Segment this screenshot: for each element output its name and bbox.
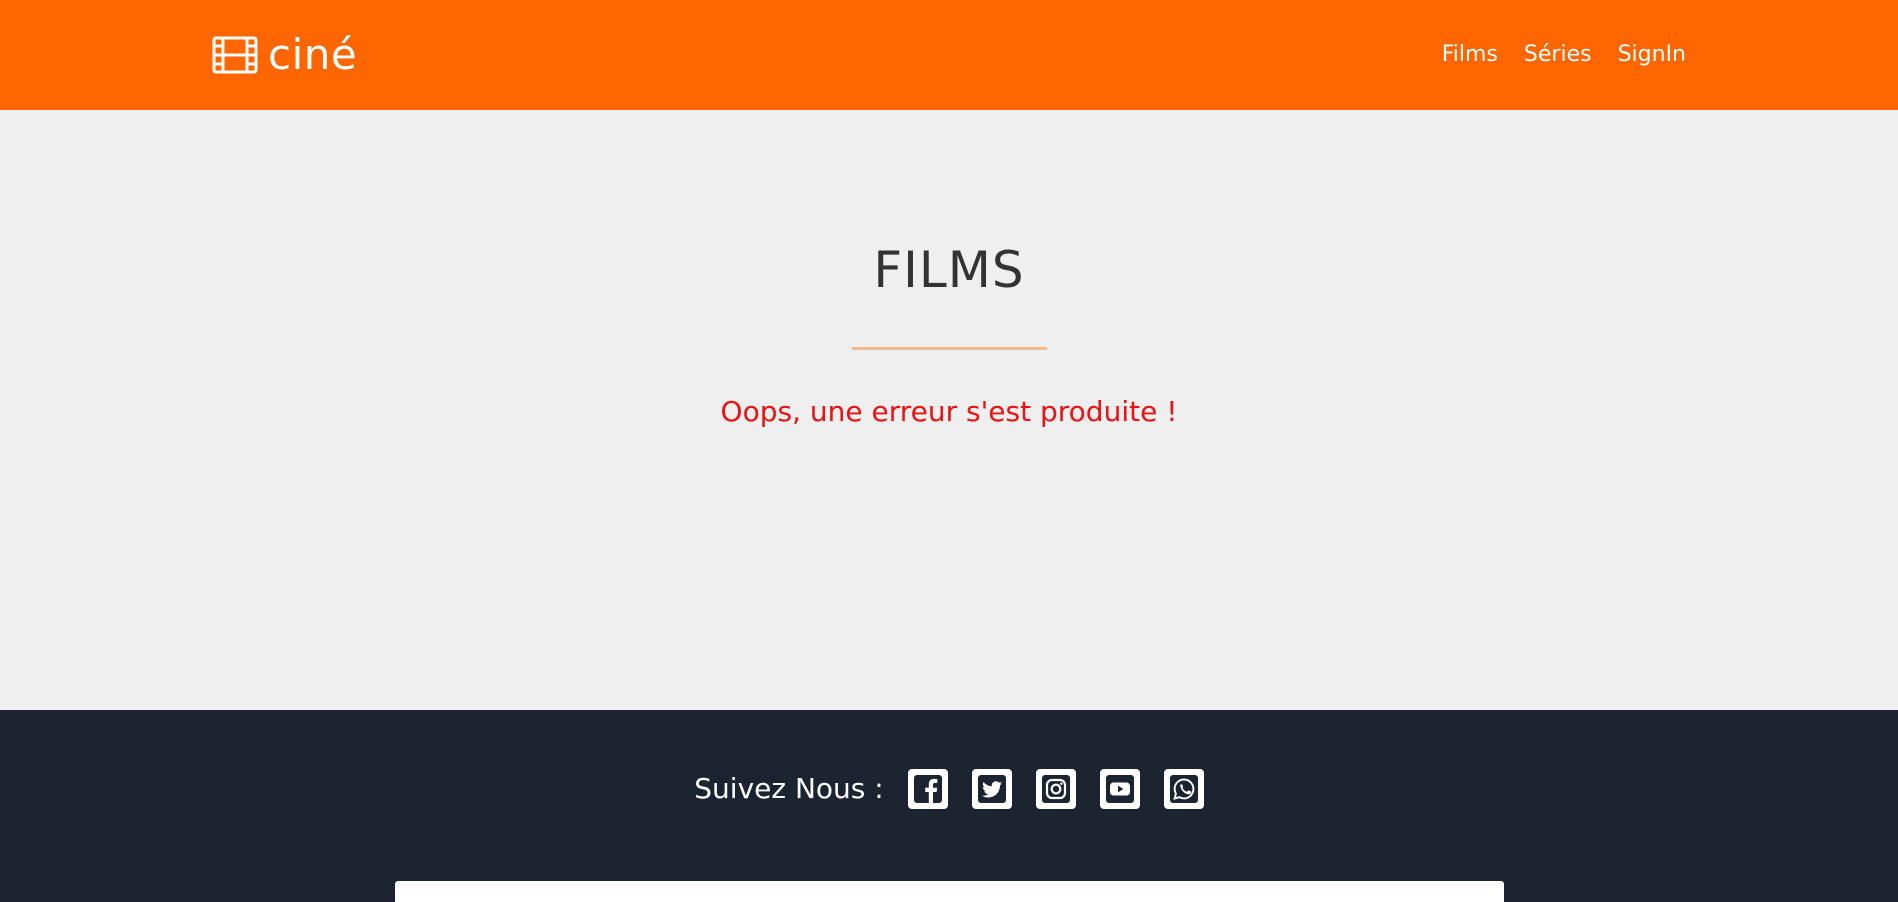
whatsapp-icon[interactable] — [1163, 769, 1204, 809]
nav-link-series[interactable]: Séries — [1524, 36, 1592, 74]
site-footer: Suivez Nous : — [0, 710, 1898, 902]
follow-label: Suivez Nous : — [694, 772, 884, 805]
facebook-icon[interactable] — [907, 769, 948, 809]
footer-content-card — [395, 881, 1504, 902]
main-nav: Films Séries SignIn — [1442, 36, 1686, 74]
youtube-icon[interactable] — [1099, 769, 1140, 809]
title-divider — [852, 347, 1047, 350]
error-message: Oops, une erreur s'est produite ! — [720, 395, 1178, 428]
twitter-icon[interactable] — [971, 769, 1012, 809]
nav-link-signin[interactable]: SignIn — [1618, 36, 1686, 74]
site-header: ciné Films Séries SignIn — [0, 0, 1898, 110]
main-content: FILMS Oops, une erreur s'est produite ! — [0, 110, 1898, 710]
page-title: FILMS — [873, 241, 1025, 299]
brand-name: ciné — [268, 30, 358, 79]
film-icon — [212, 36, 258, 74]
brand-logo[interactable]: ciné — [212, 30, 357, 80]
instagram-icon[interactable] — [1035, 769, 1076, 809]
social-links: Suivez Nous : — [0, 768, 1898, 810]
nav-link-films[interactable]: Films — [1442, 36, 1498, 74]
